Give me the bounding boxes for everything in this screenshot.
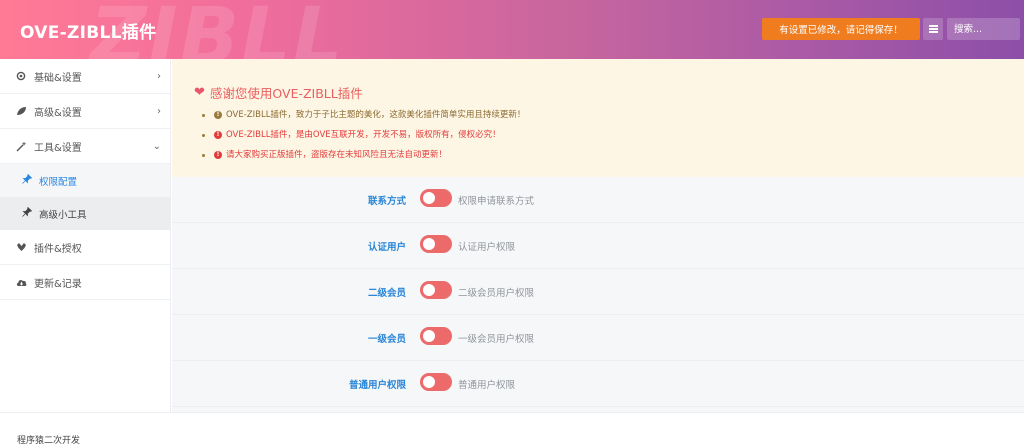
toggle-knob [423,330,435,342]
permission-toggle[interactable] [420,235,452,253]
setting-row-level1-member: 一级会员 一级会员用户权限 [172,315,1024,361]
app-title: OVE-ZIBLL插件 [20,23,157,43]
sidebar-item-label: 插件&授权 [34,243,82,255]
notice-item: ! OVE-ZIBLL插件，是由OVE互联开发，开发不易，版权所有，侵权必究！ [201,129,525,141]
setting-label: 二级会员 [367,288,406,299]
sidebar-item-label: 基础&设置 [34,72,82,84]
setting-row-verified-user: 认证用户 认证用户权限 [172,223,1024,269]
heart-icon: ❤ [194,85,205,100]
thank-you-notice: ❤ 感谢您使用OVE-ZIBLL插件 ! OVE-ZIBLL插件，致力于子比主题… [172,59,1024,177]
setting-label: 联系方式 [367,196,406,207]
setting-row-contact: 联系方式 权限申请联系方式 [172,177,1024,223]
permission-toggle[interactable] [420,373,452,391]
chevron-down-icon: ⌄ [152,141,161,152]
setting-description: 一级会员用户权限 [458,334,535,345]
setting-row-level2-member: 二级会员 二级会员用户权限 [172,269,1024,315]
sidebar-subitem-label: 高级小工具 [39,209,87,221]
toggle-knob [423,376,435,388]
top-header: ZIBLL OVE-ZIBLL插件 有设置已修改，请记得保存！ [0,0,1024,59]
setting-description: 权限申请联系方式 [458,196,535,207]
cloud-icon [14,278,28,287]
info-icon: ! [214,151,222,159]
notice-list: ! OVE-ZIBLL插件，致力于子比主题的美化，这款美化插件简单实用且持续更新… [201,109,526,169]
info-icon: ! [214,131,222,139]
gear-icon [14,71,28,81]
sidebar-item-plugin-license[interactable]: 插件&授权 [0,230,170,265]
sidebar-item-advanced-settings[interactable]: 高级&设置 › [0,94,170,129]
notice-title: ❤ 感谢您使用OVE-ZIBLL插件 [194,83,363,102]
main-content: ❤ 感谢您使用OVE-ZIBLL插件 ! OVE-ZIBLL插件，致力于子比主题… [172,59,1024,412]
toggle-knob [423,238,435,250]
sidebar: 基础&设置 › 高级&设置 › 工具&设置 ⌄ 权限配置 高级小工具 插件&授权 [0,59,171,412]
pin-icon [22,206,33,220]
setting-row-normal-user: 普通用户权限 普通用户权限 [172,361,1024,407]
list-icon[interactable] [923,18,943,40]
sidebar-subitem-advanced-widgets[interactable]: 高级小工具 [0,197,170,230]
notice-title-text: 感谢您使用OVE-ZIBLL插件 [209,86,363,101]
setting-description: 普通用户权限 [458,380,516,391]
notice-item: ! OVE-ZIBLL插件，致力于子比主题的美化，这款美化插件简单实用且持续更新… [201,109,526,121]
sidebar-item-tool-settings[interactable]: 工具&设置 ⌄ [0,129,170,164]
setting-label: 一级会员 [367,334,406,345]
leaf-icon [14,106,28,116]
save-notice-button[interactable]: 有设置已修改，请记得保存！ [762,18,920,40]
info-icon: ! [214,111,222,119]
notice-item-text: OVE-ZIBLL插件，致力于子比主题的美化，这款美化插件简单实用且持续更新！ [226,110,526,120]
chevron-right-icon: › [157,71,161,82]
notice-item-text: 请大家购买正版插件，盗版存在未知风险且无法自动更新！ [226,150,448,160]
footer: 程序猿二次开发 [0,412,1024,447]
setting-description: 二级会员用户权限 [458,288,535,299]
notice-item: ! 请大家购买正版插件，盗版存在未知风险且无法自动更新！ [201,149,525,161]
toggle-knob [423,192,435,204]
pin-icon [22,173,33,187]
sidebar-subitem-label: 权限配置 [39,176,78,188]
sidebar-item-updates-log[interactable]: 更新&记录 [0,265,170,300]
toggle-knob [423,284,435,296]
footer-text: 程序猿二次开发 [17,436,81,446]
permission-toggle[interactable] [420,281,452,299]
notice-item-text: OVE-ZIBLL插件，是由OVE互联开发，开发不易，版权所有，侵权必究！ [226,130,501,140]
plugin-icon [14,242,28,252]
permission-toggle[interactable] [420,189,452,207]
sidebar-item-basic-settings[interactable]: 基础&设置 › [0,59,170,94]
permission-toggle[interactable] [420,327,452,345]
setting-label: 普通用户权限 [348,380,406,391]
setting-label: 认证用户 [367,242,406,253]
chevron-right-icon: › [157,106,161,117]
magic-wand-icon [14,141,28,152]
sidebar-item-label: 高级&设置 [34,107,82,119]
search-input[interactable] [947,18,1020,40]
sidebar-item-label: 工具&设置 [34,142,82,154]
sidebar-subitem-permission-config[interactable]: 权限配置 [0,164,170,197]
setting-description: 认证用户权限 [458,242,516,253]
sidebar-item-label: 更新&记录 [34,278,82,290]
